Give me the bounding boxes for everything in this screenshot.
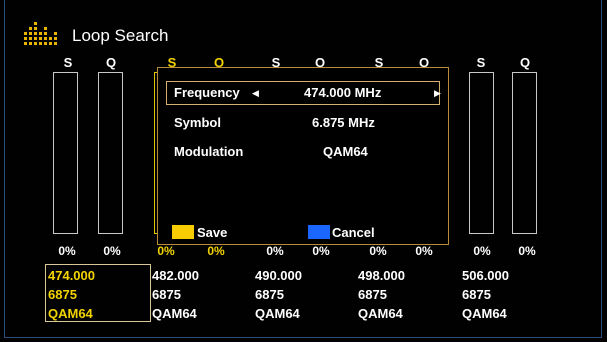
signal-quality-bar (512, 72, 537, 234)
channel-frequency: 506.000 (462, 268, 509, 283)
cancel-color-key (308, 225, 330, 239)
symbol-value[interactable]: 6.875 MHz (312, 115, 375, 130)
signal-quality-percent: 0% (415, 244, 433, 258)
channel-item[interactable]: 498.000 6875 QAM64 (358, 266, 405, 323)
channel-item[interactable]: 474.000 6875 QAM64 (48, 266, 95, 323)
channel-modulation: QAM64 (462, 306, 507, 321)
signal-strength-label: S (476, 55, 486, 70)
signal-strength-percent: 0% (157, 244, 175, 258)
page-title: Loop Search (72, 26, 169, 45)
channel-frequency: 490.000 (255, 268, 302, 283)
signal-strength-percent: 0% (266, 244, 284, 258)
signal-strength-label: S (63, 55, 73, 70)
channel-symbol-rate: 6875 (48, 287, 77, 302)
signal-quality-label: Q (105, 55, 117, 70)
symbol-label: Symbol (174, 115, 221, 130)
save-button[interactable]: Save (197, 225, 227, 240)
search-parameters-dialog: Frequency ◀ 474.000 MHz ▶ Symbol 6.875 M… (157, 67, 449, 245)
signal-strength-bar (53, 72, 78, 234)
signal-quality-bar (98, 72, 123, 234)
channel-modulation: QAM64 (255, 306, 300, 321)
channel-modulation: QAM64 (48, 306, 93, 321)
signal-strength-bar (469, 72, 494, 234)
signal-quality-percent: 0% (103, 244, 121, 258)
channel-modulation: QAM64 (358, 306, 403, 321)
signal-strength-percent: 0% (369, 244, 387, 258)
left-arrow-icon[interactable]: ◀ (252, 88, 259, 99)
frequency-value[interactable]: 474.000 MHz (304, 85, 381, 100)
modulation-label: Modulation (174, 144, 244, 159)
channel-item[interactable]: 490.000 6875 QAM64 (255, 266, 302, 323)
channel-item[interactable]: 506.000 6875 QAM64 (462, 266, 509, 323)
channel-item[interactable]: 482.000 6875 QAM64 (152, 266, 199, 323)
channel-symbol-rate: 6875 (358, 287, 387, 302)
channel-symbol-rate: 6875 (462, 287, 491, 302)
channel-frequency: 482.000 (152, 268, 199, 283)
modulation-value[interactable]: QAM64 (323, 144, 368, 159)
signal-quality-percent: 0% (312, 244, 330, 258)
signal-quality-percent: 0% (518, 244, 536, 258)
signal-strength-percent: 0% (473, 244, 491, 258)
channel-frequency: 498.000 (358, 268, 405, 283)
signal-quality-label: Q (519, 55, 531, 70)
right-arrow-icon[interactable]: ▶ (434, 88, 441, 99)
signal-strength-percent: 0% (58, 244, 76, 258)
channel-symbol-rate: 6875 (255, 287, 284, 302)
channel-frequency: 474.000 (48, 268, 95, 283)
equalizer-icon (24, 22, 57, 45)
cancel-button[interactable]: Cancel (332, 225, 375, 240)
save-color-key (172, 225, 194, 239)
frequency-label: Frequency (174, 85, 240, 100)
channel-modulation: QAM64 (152, 306, 197, 321)
signal-quality-percent: 0% (207, 244, 225, 258)
channel-symbol-rate: 6875 (152, 287, 181, 302)
loop-search-screen: Loop Search S Q S Q S Q S Q S Q 0% 0% 0%… (0, 0, 607, 342)
